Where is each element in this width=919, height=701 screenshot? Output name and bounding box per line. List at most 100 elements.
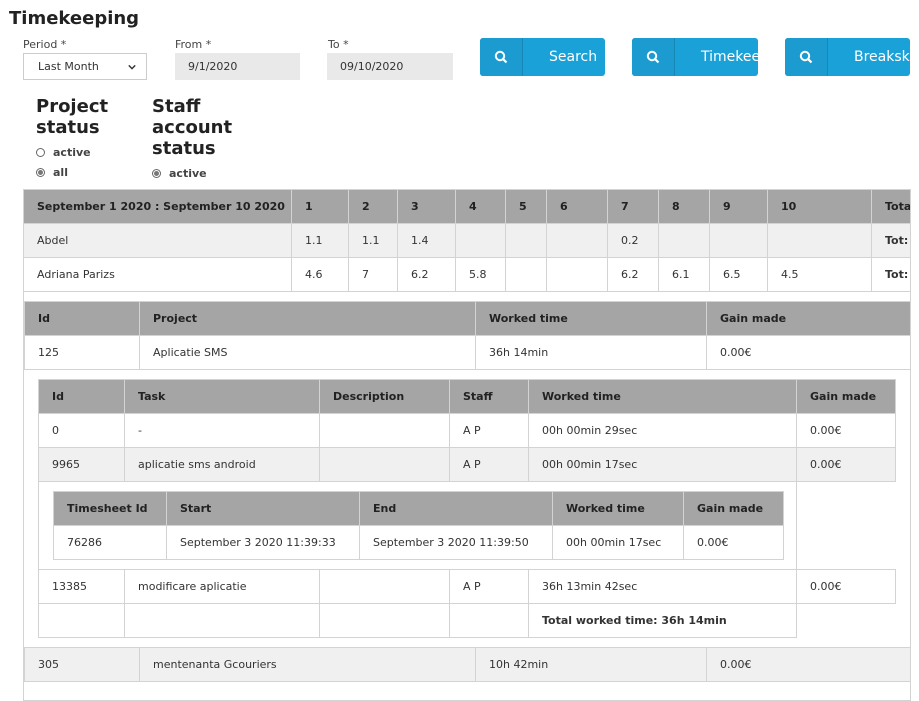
task-name: aplicatie sms android: [124, 447, 320, 482]
gain-header: Gain made: [706, 301, 911, 336]
project-id: 305: [24, 647, 140, 682]
task-name: modificare aplicatie: [124, 569, 320, 604]
search-button[interactable]: Search: [480, 38, 605, 76]
from-label: From *: [175, 38, 212, 51]
projects-table: Id Project Worked time Gain made 125 Apl…: [24, 301, 911, 370]
task-gain: 0.00€: [796, 413, 896, 448]
task-staff: A P: [449, 569, 529, 604]
total-hours: Tot: 47: [871, 257, 911, 292]
table-row: Abdel 1.1 1.1 1.4 0.2 Tot: 3.8: [23, 223, 911, 258]
breakskeeping-button-label: Breakske: [854, 49, 910, 65]
search-icon: [632, 38, 675, 76]
period-label: Period *: [23, 38, 67, 51]
staff-header: Staff: [449, 379, 529, 414]
table-row: 76286 September 3 2020 11:39:33 Septembe…: [53, 525, 784, 560]
staff-name: Abdel: [23, 223, 292, 258]
task-staff: A P: [449, 413, 529, 448]
staff-status-active[interactable]: active: [152, 163, 282, 183]
day-header: 6: [546, 189, 608, 224]
total-worked-time: Total worked time: 36h 14min: [528, 603, 797, 638]
projects-table-continued: 305 mentenanta Gcouriers 10h 42min 0.00€: [24, 647, 911, 682]
timesheet-start: September 3 2020 11:39:33: [166, 525, 360, 560]
table-row: 13385 modificare aplicatie A P 36h 13min…: [38, 569, 896, 604]
hours-cell: 4.5: [767, 257, 872, 292]
tasks-header-row: Id Task Description Staff Worked time Ga…: [38, 379, 896, 414]
to-date-input[interactable]: [327, 53, 453, 80]
project-id: 125: [24, 335, 140, 370]
timesheet-id: 76286: [53, 525, 167, 560]
task-worked-time: 36h 13min 42sec: [528, 569, 797, 604]
to-label: To *: [328, 38, 349, 51]
hours-cell: 1.4: [397, 223, 456, 258]
task-id-header: Id: [38, 379, 125, 414]
hours-cell: 1.1: [348, 223, 398, 258]
radio-selected-icon: [152, 168, 161, 178]
staff-name: Adriana Parizs: [23, 257, 292, 292]
day-header: 4: [455, 189, 506, 224]
task-total-row: Total worked time: 36h 14min: [38, 603, 896, 638]
table-row: 125 Aplicatie SMS 36h 14min 0.00€: [24, 335, 911, 370]
task-gain-header: Gain made: [796, 379, 896, 414]
timekeeping-button[interactable]: Timekee: [632, 38, 758, 76]
project-status-heading: Project status: [36, 96, 109, 138]
timesheet-gain: 0.00€: [683, 525, 784, 560]
task-description: [319, 447, 450, 482]
staff-status-heading: Staff account status: [152, 96, 233, 159]
hours-cell: [505, 257, 547, 292]
hours-cell: 6.2: [397, 257, 456, 292]
project-status-all[interactable]: all: [36, 162, 126, 182]
hours-table: September 1 2020 : September 10 2020 1 2…: [23, 189, 911, 292]
timesheet-worked-time: 00h 00min 17sec: [552, 525, 684, 560]
description-header: Description: [319, 379, 450, 414]
hours-cell: 1.1: [291, 223, 349, 258]
task-id: 13385: [38, 569, 125, 604]
total-hours-header: Total hours: [871, 189, 911, 224]
hours-cell: [505, 223, 547, 258]
timesheet-worked-time-header: Worked time: [552, 491, 684, 526]
timesheet-header-row: Timesheet Id Start End Worked time Gain …: [53, 491, 784, 526]
project-header: Project: [139, 301, 476, 336]
start-header: Start: [166, 491, 360, 526]
radio-selected-icon: [36, 167, 45, 177]
day-header: 5: [505, 189, 547, 224]
hours-cell: 6.2: [607, 257, 659, 292]
id-header: Id: [24, 301, 140, 336]
breakskeeping-button[interactable]: Breakske: [785, 38, 910, 76]
hours-cell: 6.1: [658, 257, 710, 292]
timesheet-id-header: Timesheet Id: [53, 491, 167, 526]
day-header: 1: [291, 189, 349, 224]
task-worked-time-header: Worked time: [528, 379, 797, 414]
hours-cell: [767, 223, 872, 258]
timesheet-end: September 3 2020 11:39:50: [359, 525, 553, 560]
timekeeping-button-label: Timekee: [701, 49, 758, 65]
date-range-header: September 1 2020 : September 10 2020: [23, 189, 292, 224]
task-worked-time: 00h 00min 29sec: [528, 413, 797, 448]
hours-cell: [455, 223, 506, 258]
period-select[interactable]: Last Month: [23, 53, 147, 80]
hours-header-row: September 1 2020 : September 10 2020 1 2…: [23, 189, 911, 224]
task-description: [319, 413, 450, 448]
hours-cell: [546, 257, 608, 292]
search-icon: [785, 38, 828, 76]
from-date-input[interactable]: [175, 53, 300, 80]
hours-cell: 5.8: [455, 257, 506, 292]
task-gain: 0.00€: [796, 569, 896, 604]
period-value: Last Month: [38, 60, 99, 73]
search-button-label: Search: [549, 49, 598, 65]
task-id: 9965: [38, 447, 125, 482]
project-name: Aplicatie SMS: [139, 335, 476, 370]
day-header: 2: [348, 189, 398, 224]
task-description: [319, 569, 450, 604]
timesheet-gain-header: Gain made: [683, 491, 784, 526]
hours-cell: [709, 223, 768, 258]
day-header: 7: [607, 189, 659, 224]
worked-time-header: Worked time: [475, 301, 707, 336]
table-row: 305 mentenanta Gcouriers 10h 42min 0.00€: [24, 647, 911, 682]
hours-cell: [546, 223, 608, 258]
project-status-active[interactable]: active: [36, 142, 126, 162]
staff-status-group: Staff account status active all: [152, 96, 282, 203]
day-header: 3: [397, 189, 456, 224]
end-header: End: [359, 491, 553, 526]
task-header: Task: [124, 379, 320, 414]
task-name: -: [124, 413, 320, 448]
